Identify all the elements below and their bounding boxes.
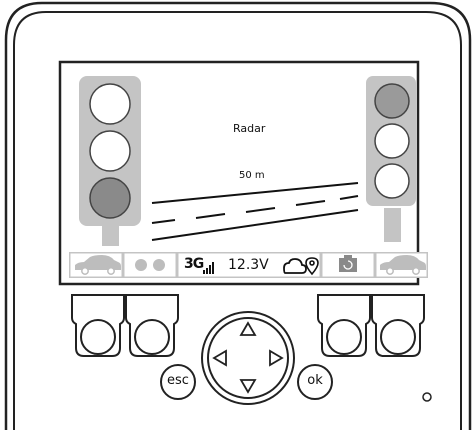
ok-label: ok — [307, 373, 323, 388]
road-graphic — [151, 182, 359, 241]
esc-label: esc — [167, 373, 189, 388]
network-type-label: 3G — [184, 256, 204, 272]
left-lamp-middle — [89, 130, 131, 172]
distance-label: 50 m — [239, 170, 265, 181]
lcd-screen — [69, 76, 428, 278]
right-lamp-bottom — [374, 163, 410, 199]
left-traffic-light — [79, 76, 141, 246]
right-lamp-top — [374, 83, 410, 119]
left-lamp-top — [89, 83, 131, 125]
status-seg-2[interactable] — [123, 252, 177, 278]
screen-title: Radar — [233, 122, 266, 135]
voltage-label: 12.3V — [228, 257, 269, 273]
left-lamp-bottom — [89, 177, 131, 219]
right-lamp-middle — [374, 123, 410, 159]
right-traffic-light — [366, 76, 416, 242]
